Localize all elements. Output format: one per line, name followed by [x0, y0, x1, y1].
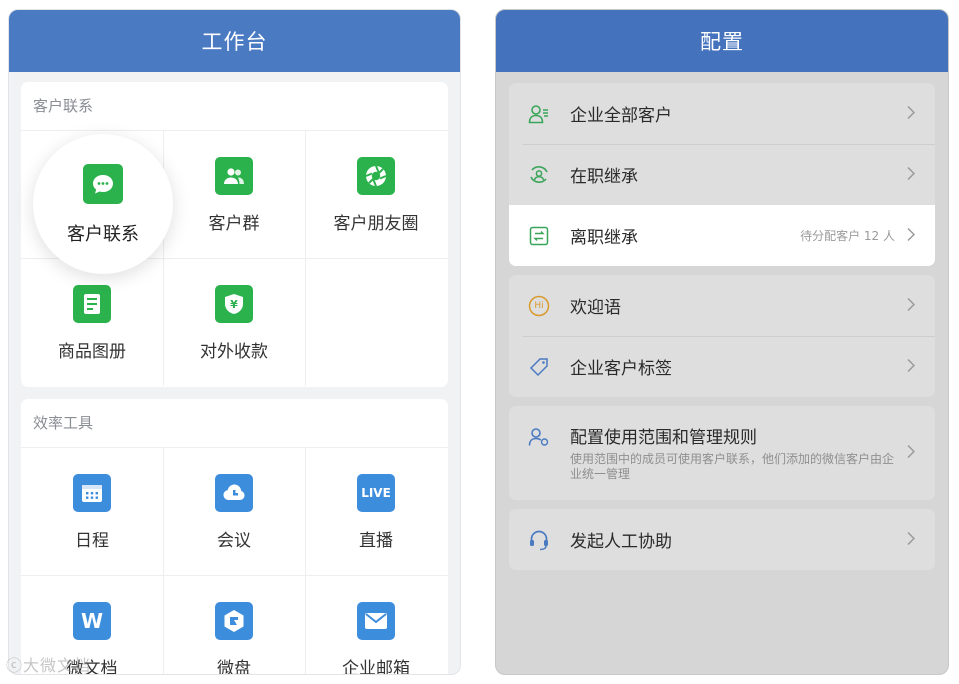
- row-resign-transfer[interactable]: 离职继承 待分配客户 12 人: [509, 205, 935, 266]
- meeting-icon: [215, 474, 253, 512]
- config-group-assist: 发起人工协助: [509, 509, 935, 570]
- chevron-right-icon: [907, 104, 916, 123]
- customer-contact-highlight[interactable]: 客户联系: [33, 134, 173, 274]
- row-label: 企业全部客户: [570, 106, 672, 126]
- live-badge-text: LIVE: [361, 486, 391, 500]
- grid-cell-external-payment[interactable]: ¥ 对外收款: [163, 258, 305, 386]
- grid-cell-live[interactable]: LIVE 直播: [305, 447, 447, 575]
- watermark-text: 大微文档: [23, 656, 92, 675]
- row-label: 发起人工协助: [570, 532, 672, 552]
- config-header: 配置: [496, 10, 948, 72]
- grid-cell-label: 直播: [359, 531, 393, 551]
- workbench-panel: 工作台 客户联系 客户群 客户朋友圈 商品图册 ¥ 对外收款 客户联系 效率工具…: [8, 9, 461, 675]
- customer-section-title: 客户联系: [33, 97, 94, 115]
- config-group-welcome-tags: Hi 欢迎语 企业客户标签: [509, 275, 935, 397]
- group-users-icon: [215, 157, 253, 195]
- grid-cell-drive[interactable]: 微盘: [163, 575, 305, 675]
- svg-text:¥: ¥: [230, 298, 238, 311]
- mail-icon: [357, 602, 395, 640]
- row-description: 使用范围中的成员可使用客户联系，他们添加的微信客户由企业统一管理: [570, 452, 895, 481]
- chevron-right-icon: [907, 296, 916, 315]
- user-settings-icon: [527, 425, 551, 449]
- grid-cell-label: 对外收款: [200, 342, 268, 362]
- workbench-header: 工作台: [9, 10, 460, 72]
- grid-cell-label: 企业邮箱: [342, 659, 410, 675]
- drive-icon: [215, 602, 253, 640]
- grid-cell-label: 客户朋友圈: [333, 214, 419, 234]
- headset-icon: [527, 528, 551, 552]
- word-doc-icon: W: [73, 602, 111, 640]
- row-active-transfer[interactable]: 在职继承: [509, 144, 935, 205]
- watermark: ⓒ大微文档: [6, 652, 91, 676]
- word-badge-text: W: [80, 609, 104, 633]
- chevron-right-icon: [907, 226, 916, 245]
- config-group-customers: 企业全部客户 在职继承 离职继承 待分配客户 12 人: [509, 83, 935, 266]
- grid-cell-calendar[interactable]: 日程: [21, 447, 163, 575]
- tag-icon: [527, 355, 551, 379]
- grid-cell-mail[interactable]: 企业邮箱: [305, 575, 447, 675]
- workbench-title: 工作台: [201, 30, 268, 54]
- row-label: 离职继承: [570, 228, 638, 248]
- row-welcome-message[interactable]: Hi 欢迎语: [509, 275, 935, 336]
- chat-bubble-icon: [83, 164, 123, 204]
- transfer-icon: [527, 163, 551, 187]
- calendar-icon: [73, 474, 111, 512]
- pending-customers-hint: 待分配客户 12 人: [800, 229, 895, 243]
- grid-cell-customer-group[interactable]: 客户群: [163, 130, 305, 258]
- grid-cell-label: 会议: [217, 531, 251, 551]
- row-label: 企业客户标签: [570, 359, 672, 379]
- hi-icon: Hi: [527, 294, 551, 318]
- catalog-icon: [73, 285, 111, 323]
- row-scope-rules[interactable]: 配置使用范围和管理规则 使用范围中的成员可使用客户联系，他们添加的微信客户由企业…: [509, 406, 935, 500]
- hi-badge-text: Hi: [534, 300, 544, 311]
- moments-shutter-icon: [357, 157, 395, 195]
- grid-cell-label: 微盘: [217, 659, 251, 675]
- grid-cell-label: 日程: [75, 531, 109, 551]
- config-group-scope-rules: 配置使用范围和管理规则 使用范围中的成员可使用客户联系，他们添加的微信客户由企业…: [509, 406, 935, 500]
- chevron-right-icon: [907, 444, 916, 463]
- config-title: 配置: [700, 30, 744, 54]
- grid-cell-product-catalog[interactable]: 商品图册: [21, 258, 163, 386]
- efficiency-section-title: 效率工具: [33, 414, 94, 432]
- live-icon: LIVE: [357, 474, 395, 512]
- watermark-logo-icon: ⓒ: [6, 656, 24, 675]
- row-label: 欢迎语: [570, 298, 621, 318]
- chevron-right-icon: [907, 357, 916, 376]
- row-customer-tags[interactable]: 企业客户标签: [509, 336, 935, 397]
- grid-cell-customer-moments[interactable]: 客户朋友圈: [305, 130, 447, 258]
- row-label: 在职继承: [570, 167, 638, 187]
- grid-cell-label: 客户联系: [67, 224, 139, 245]
- grid-cell-meeting[interactable]: 会议: [163, 447, 305, 575]
- customers-icon: [527, 102, 551, 126]
- chevron-right-icon: [907, 530, 916, 549]
- config-panel: 配置 企业全部客户 在职继承 离职继承 待分配客户 12 人 Hi 欢迎语 企业…: [495, 9, 949, 675]
- row-all-customers[interactable]: 企业全部客户: [509, 83, 935, 144]
- efficiency-tools-card: 效率工具 日程 会议 LIVE 直播 W 微文档 微盘 企业邮箱: [21, 399, 448, 675]
- row-human-assist[interactable]: 发起人工协助: [509, 509, 935, 570]
- row-label: 配置使用范围和管理规则: [570, 428, 757, 448]
- grid-cell-label: 商品图册: [58, 342, 126, 362]
- yen-shield-icon: ¥: [215, 285, 253, 323]
- grid-cell-label: 客户群: [208, 214, 260, 234]
- chevron-right-icon: [907, 165, 916, 184]
- resign-transfer-icon: [527, 224, 551, 248]
